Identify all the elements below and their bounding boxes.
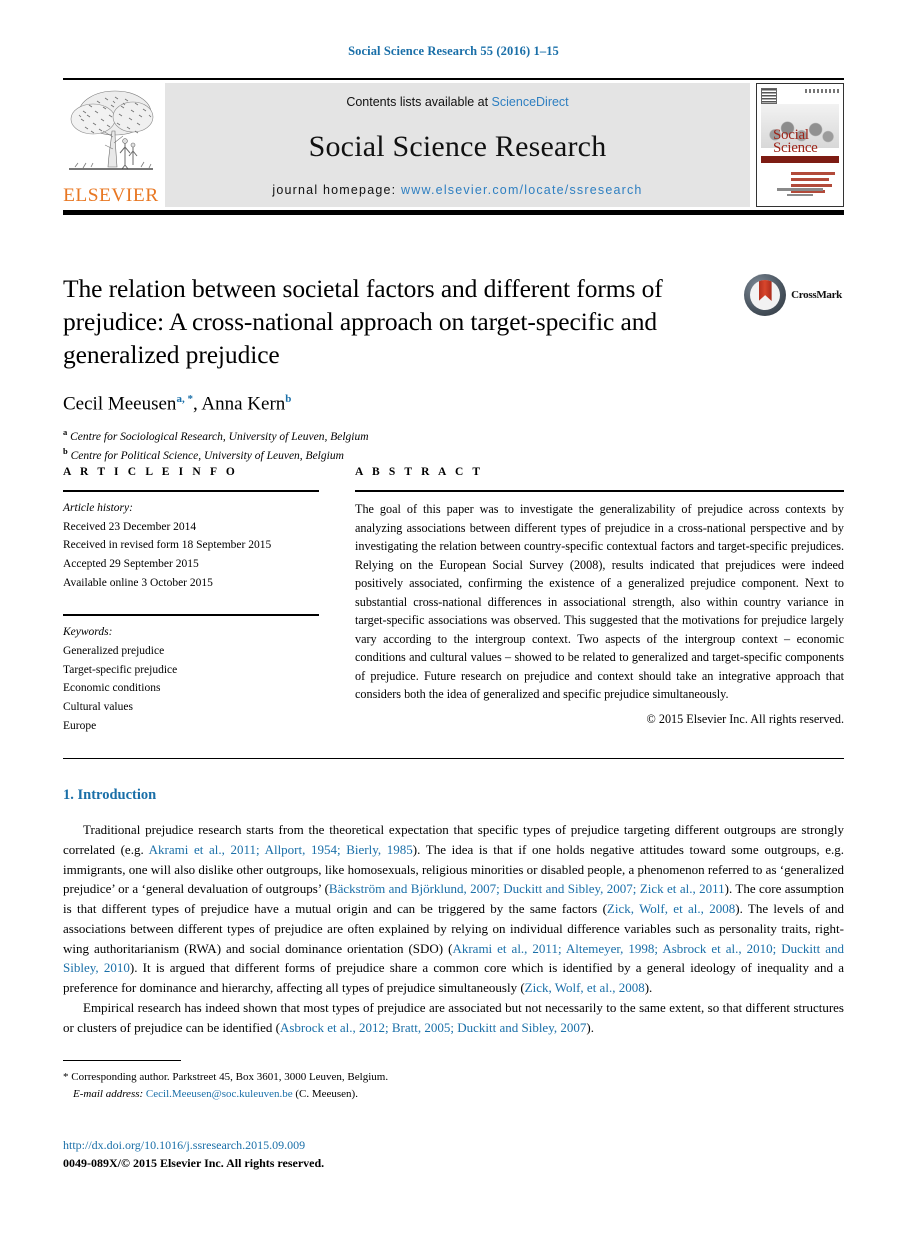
article-history-label: Article history:: [63, 502, 133, 514]
footnote-block: * Corresponding author. Parkstreet 45, B…: [63, 1060, 483, 1103]
body-section: 1. Introduction Traditional prejudice re…: [63, 758, 844, 1037]
article-info-heading: A R T I C L E I N F O: [63, 466, 238, 478]
abstract-column: A B S T R A C T The goal of this paper w…: [355, 466, 844, 735]
p1-citation-2[interactable]: Bäckström and Björklund, 2007; Duckitt a…: [329, 881, 725, 896]
history-accepted: Accepted 29 September 2015: [63, 558, 199, 571]
email-link[interactable]: Cecil.Meeusen@soc.kuleuven.be: [146, 1088, 293, 1100]
history-online: Available online 3 October 2015: [63, 576, 213, 589]
contents-available-line: Contents lists available at ScienceDirec…: [346, 95, 568, 109]
article-info-column: A R T I C L E I N F O Article history: R…: [63, 466, 319, 735]
journal-title: Social Science Research: [308, 130, 607, 163]
abstract-copyright: © 2015 Elsevier Inc. All rights reserved…: [646, 712, 844, 727]
email-note: E-mail address: Cecil.Meeusen@soc.kuleuv…: [63, 1086, 483, 1103]
running-head: Social Science Research 55 (2016) 1–15: [348, 44, 559, 58]
journal-homepage-line: journal homepage: www.elsevier.com/locat…: [272, 183, 642, 197]
cover-barcode-icon: [761, 88, 777, 104]
affiliation-a: a Centre for Sociological Research, Univ…: [63, 426, 844, 446]
body-top-rule: [63, 758, 844, 759]
keyword-1: Target-specific prejudice: [63, 663, 178, 676]
author-list: Cecil Meeusena, *, Anna Kernb: [63, 393, 844, 415]
email-label: E-mail address:: [73, 1088, 144, 1101]
cover-footer-lines: [757, 185, 843, 199]
author-name-1: Anna Kern: [201, 393, 286, 415]
footnote-rule: [63, 1060, 181, 1061]
keywords-label: Keywords:: [63, 626, 113, 639]
affiliation-b: b Centre for Political Science, Universi…: [63, 445, 844, 465]
crossmark-badge-group[interactable]: CrossMark: [744, 274, 842, 316]
history-received: Received 23 December 2014: [63, 520, 197, 533]
p1-seg-5: ). It is argued that different forms of …: [63, 960, 844, 995]
abstract-text: The goal of this paper was to investigat…: [355, 502, 844, 702]
masthead-top-rule: [63, 78, 844, 80]
crossmark-label: CrossMark: [791, 289, 842, 301]
issn-copyright-line: 0049-089X/© 2015 Elsevier Inc. All right…: [63, 1156, 325, 1170]
page-title: The relation between societal factors an…: [63, 274, 663, 370]
elsevier-wordmark: ELSEVIER: [63, 185, 159, 206]
masthead-center-panel: Contents lists available at ScienceDirec…: [165, 83, 750, 207]
crossmark-icon-inner: [750, 280, 781, 310]
author-marks-1[interactable]: b: [285, 393, 291, 405]
p1-citation-5[interactable]: Zick, Wolf, et al., 2008: [525, 980, 645, 995]
paragraph-1: Traditional prejudice research starts fr…: [63, 820, 844, 998]
affiliation-text-b: Centre for Political Science, University…: [70, 450, 344, 463]
article-history-block: Article history: Received 23 December 20…: [63, 500, 319, 592]
section-heading-introduction: 1. Introduction: [63, 787, 157, 803]
elsevier-tree-icon: [65, 85, 157, 177]
abstract-heading: A B S T R A C T: [355, 466, 484, 478]
keywords-block: Keywords: Generalized prejudice Target-s…: [63, 624, 319, 735]
paragraph-2: Empirical research has indeed shown that…: [63, 998, 844, 1038]
cover-title-line2: Science: [773, 140, 818, 156]
crossmark-icon[interactable]: [744, 274, 787, 316]
doi-copyright-block: http://dx.doi.org/10.1016/j.ssresearch.2…: [63, 1136, 563, 1172]
p1-seg-6: ).: [644, 980, 653, 995]
cover-red-band: [761, 156, 839, 163]
info-abstract-section: A R T I C L E I N F O Article history: R…: [63, 466, 844, 735]
affiliation-text-a: Centre for Sociological Research, Univer…: [70, 430, 369, 443]
affiliation-mark-b: b: [63, 446, 68, 457]
keyword-2: Economic conditions: [63, 682, 161, 695]
author-marks-0[interactable]: a, *: [176, 393, 193, 405]
article-first-page: Social Science Research 55 (2016) 1–15 E…: [0, 0, 907, 1238]
corresponding-author-note: * Corresponding author. Parkstreet 45, B…: [63, 1069, 483, 1086]
journal-cover-thumbnail: Social Science: [756, 83, 844, 207]
keywords-rule: [63, 614, 319, 617]
history-revised: Received in revised form 18 September 20…: [63, 539, 272, 552]
journal-homepage-link[interactable]: www.elsevier.com/locate/ssresearch: [401, 183, 643, 197]
abstract-rule: [355, 490, 844, 492]
doi-link[interactable]: http://dx.doi.org/10.1016/j.ssresearch.2…: [63, 1136, 563, 1154]
p1-citation-1[interactable]: Akrami et al., 2011; Allport, 1954; Bier…: [149, 842, 413, 857]
elsevier-logo: ELSEVIER: [63, 83, 159, 207]
affiliation-list: a Centre for Sociological Research, Univ…: [63, 426, 844, 465]
crossmark-ribbon-shape: [758, 280, 772, 301]
contents-prefix: Contents lists available at: [346, 95, 492, 109]
p2-seg-2: ).: [586, 1019, 594, 1035]
journal-masthead: ELSEVIER Contents lists available at Sci…: [63, 78, 844, 215]
affiliation-mark-a: a: [63, 426, 68, 437]
homepage-prefix: journal homepage:: [272, 183, 402, 197]
cover-issn-marks: [805, 89, 839, 93]
masthead-bottom-rule: [63, 210, 844, 215]
author-name-0: Cecil Meeusen: [63, 393, 177, 415]
corresponding-author-text: Corresponding author. Parkstreet 45, Box…: [68, 1071, 389, 1083]
title-block: CrossMark The relation between societal …: [63, 272, 844, 465]
sciencedirect-link[interactable]: ScienceDirect: [492, 95, 569, 109]
keyword-0: Generalized prejudice: [63, 645, 165, 658]
keyword-3: Cultural values: [63, 701, 133, 713]
p2-citation-1[interactable]: Asbrock et al., 2012; Bratt, 2005; Ducki…: [280, 1020, 586, 1035]
p1-citation-3[interactable]: Zick, Wolf, et al., 2008: [607, 901, 735, 916]
article-info-rule: [63, 490, 319, 492]
keyword-4: Europe: [63, 719, 97, 732]
email-suffix: (C. Meeusen).: [292, 1088, 358, 1101]
